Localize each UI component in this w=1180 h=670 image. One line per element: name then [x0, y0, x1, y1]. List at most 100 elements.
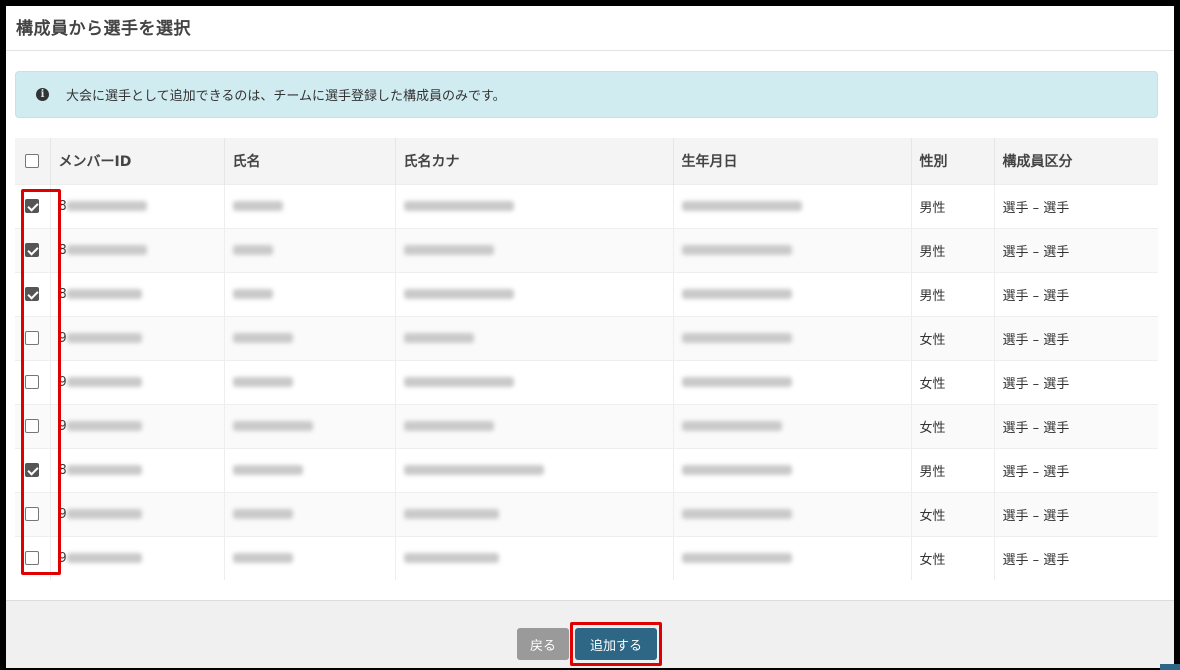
- birthdate-cell: [673, 315, 912, 360]
- select-players-modal: 構成員から選手を選択 i 大会に選手として追加できるのは、チームに選手登録した構…: [6, 6, 1174, 668]
- member-id-prefix: 8: [58, 198, 67, 214]
- redacted-name: [232, 333, 293, 343]
- name-cell: [224, 315, 396, 360]
- member-id-prefix: 9: [58, 506, 67, 522]
- column-header-gender[interactable]: 性別: [911, 138, 995, 184]
- member-category-cell: 選手 – 選手: [994, 227, 1158, 272]
- name-kana-cell: [395, 403, 674, 448]
- member-id-cell: 9: [50, 359, 225, 404]
- row-checkbox[interactable]: [25, 463, 40, 477]
- redacted-birthdate: [681, 553, 792, 564]
- redacted-member-id: [66, 465, 142, 475]
- column-header-name-kana[interactable]: 氏名カナ: [395, 138, 674, 184]
- redacted-name: [232, 201, 283, 211]
- redacted-birthdate: [681, 289, 792, 299]
- table-row[interactable]: 8 男性 選手 – 選手: [15, 447, 1158, 492]
- redacted-name-kana: [403, 553, 499, 564]
- redacted-member-id: [66, 333, 142, 343]
- info-icon: i: [36, 88, 49, 101]
- redacted-birthdate: [681, 509, 792, 519]
- table-row[interactable]: 8 男性 選手 – 選手: [15, 271, 1158, 316]
- member-table-wrap: メンバーID 氏名 氏名カナ 生年月日 性別 構成員区分 8 男性 選手 – 選…: [15, 138, 1158, 580]
- birthdate-cell: [673, 491, 912, 536]
- name-cell: [224, 535, 396, 580]
- redacted-name: [232, 421, 313, 431]
- add-button[interactable]: 追加する: [575, 628, 657, 660]
- column-header-name[interactable]: 氏名: [224, 138, 396, 184]
- column-header-member-id[interactable]: メンバーID: [50, 138, 225, 184]
- row-checkbox-cell: [15, 535, 51, 580]
- name-cell: [224, 403, 396, 448]
- name-kana-cell: [395, 491, 674, 536]
- gender-cell: 女性: [911, 403, 995, 448]
- back-button[interactable]: 戻る: [517, 628, 569, 660]
- gender-cell: 女性: [911, 315, 995, 360]
- member-id-prefix: 8: [58, 242, 67, 258]
- name-kana-cell: [395, 183, 674, 228]
- redacted-member-id: [66, 245, 147, 255]
- row-checkbox-cell: [15, 491, 51, 536]
- redacted-name-kana: [403, 377, 514, 387]
- row-checkbox[interactable]: [25, 375, 40, 389]
- table-row[interactable]: 8 男性 選手 – 選手: [15, 227, 1158, 272]
- select-all-cell: [15, 138, 51, 184]
- row-checkbox[interactable]: [25, 331, 40, 345]
- name-cell: [224, 447, 396, 492]
- gender-cell: 女性: [911, 535, 995, 580]
- redacted-name: [232, 289, 273, 299]
- corner-accent: [1160, 664, 1180, 670]
- table-row[interactable]: 9 女性 選手 – 選手: [15, 359, 1158, 404]
- table-row[interactable]: 9 女性 選手 – 選手: [15, 403, 1158, 448]
- table-row[interactable]: 9 女性 選手 – 選手: [15, 535, 1158, 580]
- member-id-prefix: 9: [58, 418, 67, 434]
- redacted-name-kana: [403, 201, 514, 211]
- row-checkbox[interactable]: [25, 287, 40, 301]
- name-kana-cell: [395, 359, 674, 404]
- info-alert-text: 大会に選手として追加できるのは、チームに選手登録した構成員のみです。: [66, 89, 506, 104]
- name-kana-cell: [395, 447, 674, 492]
- row-checkbox-cell: [15, 271, 51, 316]
- row-checkbox[interactable]: [25, 199, 40, 213]
- column-header-member-category[interactable]: 構成員区分: [994, 138, 1158, 184]
- table-row[interactable]: 8 男性 選手 – 選手: [15, 183, 1158, 228]
- gender-cell: 男性: [911, 183, 995, 228]
- row-checkbox-cell: [15, 183, 51, 228]
- member-id-cell: 9: [50, 535, 225, 580]
- redacted-member-id: [66, 377, 142, 387]
- birthdate-cell: [673, 359, 912, 404]
- column-header-birthdate[interactable]: 生年月日: [673, 138, 912, 184]
- table-row[interactable]: 9 女性 選手 – 選手: [15, 315, 1158, 360]
- info-alert: i 大会に選手として追加できるのは、チームに選手登録した構成員のみです。: [15, 71, 1158, 118]
- name-cell: [224, 227, 396, 272]
- row-checkbox[interactable]: [25, 551, 40, 566]
- redacted-member-id: [66, 553, 142, 564]
- member-id-prefix: 9: [58, 550, 67, 566]
- member-table: メンバーID 氏名 氏名カナ 生年月日 性別 構成員区分 8 男性 選手 – 選…: [15, 138, 1158, 580]
- row-checkbox[interactable]: [25, 243, 40, 257]
- row-checkbox[interactable]: [25, 507, 40, 521]
- member-category-cell: 選手 – 選手: [994, 183, 1158, 228]
- member-category-cell: 選手 – 選手: [994, 271, 1158, 316]
- table-header-row: メンバーID 氏名 氏名カナ 生年月日 性別 構成員区分: [15, 138, 1158, 184]
- birthdate-cell: [673, 535, 912, 580]
- name-cell: [224, 183, 396, 228]
- redacted-birthdate: [681, 333, 792, 343]
- redacted-birthdate: [681, 421, 782, 431]
- member-id-cell: 9: [50, 315, 225, 360]
- name-kana-cell: [395, 315, 674, 360]
- table-row[interactable]: 9 女性 選手 – 選手: [15, 491, 1158, 536]
- redacted-name: [232, 553, 293, 564]
- redacted-member-id: [66, 289, 142, 299]
- name-cell: [224, 271, 396, 316]
- member-category-cell: 選手 – 選手: [994, 359, 1158, 404]
- member-id-prefix: 9: [58, 374, 67, 390]
- name-kana-cell: [395, 535, 674, 580]
- select-all-checkbox[interactable]: [25, 153, 40, 168]
- redacted-name-kana: [403, 245, 494, 255]
- redacted-name: [232, 509, 293, 519]
- member-id-prefix: 8: [58, 462, 67, 478]
- redacted-birthdate: [681, 245, 792, 255]
- row-checkbox-cell: [15, 359, 51, 404]
- row-checkbox[interactable]: [25, 419, 40, 433]
- redacted-birthdate: [681, 377, 792, 387]
